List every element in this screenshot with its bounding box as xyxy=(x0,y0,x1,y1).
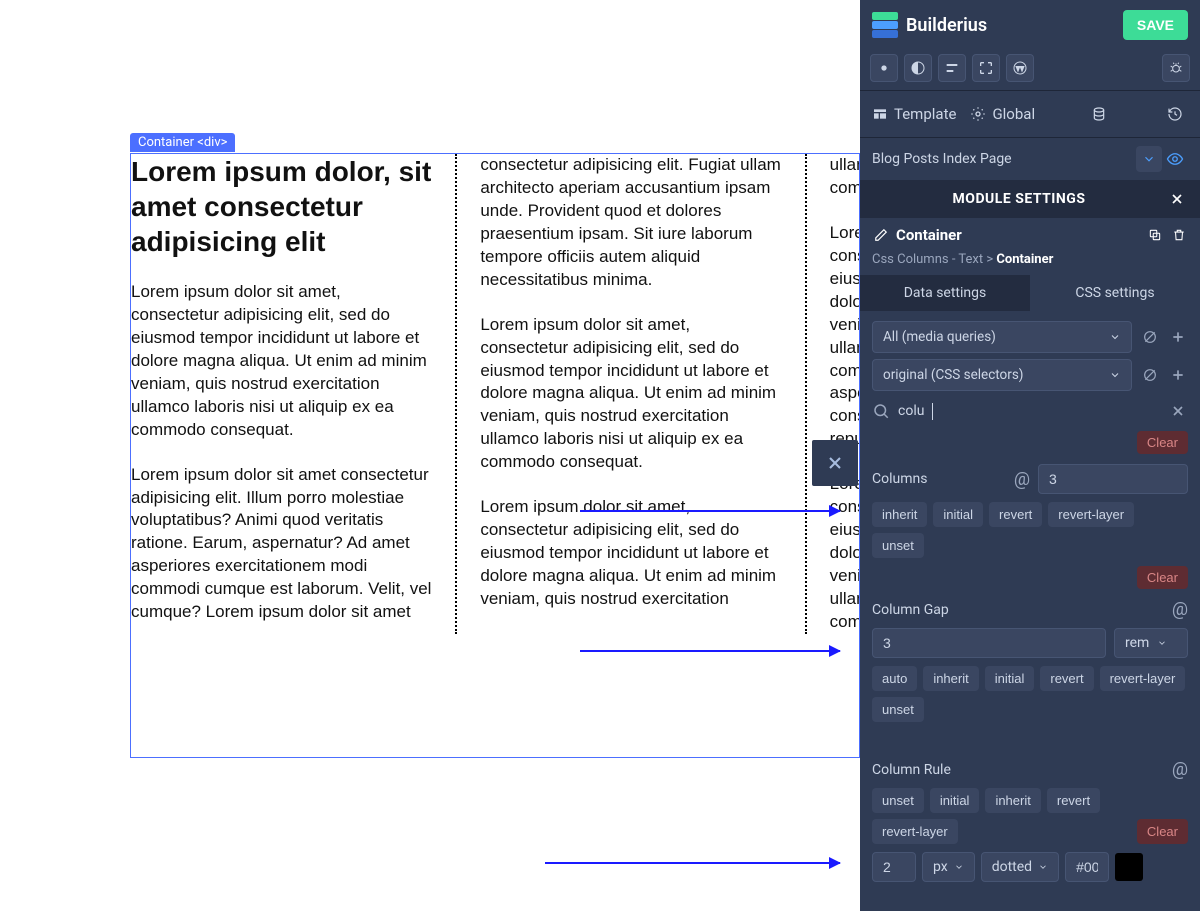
contrast-icon[interactable] xyxy=(904,54,932,82)
module-name: Container xyxy=(896,226,962,244)
clear-gap-button[interactable]: Clear xyxy=(1137,566,1188,589)
plus-icon[interactable] xyxy=(1168,365,1188,385)
token-chip[interactable]: inherit xyxy=(985,788,1040,813)
selection-badge: Container <div> xyxy=(130,133,235,152)
clear-columns-button[interactable]: Clear xyxy=(1137,431,1188,454)
color-swatch[interactable] xyxy=(1115,853,1143,881)
rule-unit-select[interactable]: px xyxy=(922,852,975,882)
gap-unit-select[interactable]: rem xyxy=(1114,628,1188,658)
bug-icon[interactable] xyxy=(1162,54,1190,82)
apply-all-icon[interactable]: @ xyxy=(1172,759,1188,780)
paragraph: Lorem ipsum dolor sit amet, consectetur … xyxy=(830,473,860,634)
token-chip[interactable]: revert xyxy=(1040,666,1093,691)
columns-label: Columns xyxy=(872,471,1006,487)
token-chip[interactable]: revert xyxy=(989,502,1042,527)
page-selector-row: Blog Posts Index Page xyxy=(860,138,1200,180)
token-chip[interactable]: revert-layer xyxy=(1048,502,1134,527)
token-chip[interactable]: unset xyxy=(872,697,924,722)
module-settings-header: MODULE SETTINGS xyxy=(860,180,1200,218)
template-link[interactable]: Template xyxy=(872,105,956,123)
rule-value-row: px dotted xyxy=(860,852,1200,882)
gap-input[interactable] xyxy=(872,628,1106,658)
rule-tokens: unset initial inherit revert revert-laye… xyxy=(872,788,1188,844)
gap-label: Column Gap xyxy=(872,602,1164,618)
token-chip[interactable]: initial xyxy=(985,666,1035,691)
close-module-button[interactable] xyxy=(1166,188,1188,210)
prop-column-gap: Column Gap @ rem auto inherit initial re… xyxy=(860,595,1200,722)
paragraph: Lorem ipsum dolor sit amet, consectetur … xyxy=(830,222,860,451)
media-query-select[interactable]: All (media queries) xyxy=(872,321,1132,353)
settings-tabs: Data settings CSS settings xyxy=(860,275,1200,311)
prop-columns: Columns @ inherit initial revert revert-… xyxy=(860,460,1200,558)
container-selected[interactable]: Lorem ipsum dolor, sit amet consectetur … xyxy=(130,153,860,758)
clear-search-icon[interactable] xyxy=(1168,401,1188,421)
token-chip[interactable]: unset xyxy=(872,788,924,813)
template-row: Template Global xyxy=(860,91,1200,138)
columns-input[interactable] xyxy=(1038,464,1188,494)
heading: Lorem ipsum dolor, sit amet consectetur … xyxy=(131,154,432,259)
expand-icon[interactable] xyxy=(972,54,1000,82)
prop-column-rule: Column Rule @ unset initial inherit reve… xyxy=(860,759,1200,844)
token-chip[interactable]: revert-layer xyxy=(872,819,958,844)
rule-color-input[interactable] xyxy=(1065,852,1109,882)
close-overlay-button[interactable] xyxy=(812,440,858,486)
copy-icon[interactable] xyxy=(1146,226,1164,244)
annotation-arrow xyxy=(580,510,840,512)
canvas: Container <div> Lorem ipsum dolor, sit a… xyxy=(0,0,860,911)
paragraph: Lorem ipsum dolor sit amet, consectetur … xyxy=(480,314,781,475)
breadcrumb: Css Columns - Text > Container xyxy=(860,252,1200,275)
css-selector-select[interactable]: original (CSS selectors) xyxy=(872,359,1132,391)
sun-icon[interactable] xyxy=(870,54,898,82)
paragraph: Lorem ipsum dolor sit amet, consectetur … xyxy=(131,281,432,442)
token-chip[interactable]: auto xyxy=(872,666,917,691)
brand-logo: Builderius xyxy=(872,12,987,38)
pencil-icon[interactable] xyxy=(872,226,890,244)
side-panel: Builderius SAVE Template Global Blog Pos… xyxy=(860,0,1200,911)
token-chip[interactable]: initial xyxy=(930,788,980,813)
trash-icon[interactable] xyxy=(1170,226,1188,244)
preview-button[interactable] xyxy=(1162,146,1188,172)
rule-label: Column Rule xyxy=(872,762,1164,778)
logo-icon xyxy=(872,12,898,38)
history-icon[interactable] xyxy=(1162,101,1188,127)
property-search-row: colu xyxy=(860,391,1200,431)
toolbar xyxy=(860,50,1200,91)
database-icon[interactable] xyxy=(1086,101,1112,127)
brand-name: Builderius xyxy=(906,15,987,36)
tab-css-settings[interactable]: CSS settings xyxy=(1030,275,1200,311)
rule-style-select[interactable]: dotted xyxy=(981,852,1059,882)
annotation-arrow xyxy=(545,862,840,864)
clear-rule-button[interactable]: Clear xyxy=(1137,819,1188,844)
media-query-row: All (media queries) xyxy=(860,311,1200,353)
page-name: Blog Posts Index Page xyxy=(872,151,1136,167)
apply-all-icon[interactable]: @ xyxy=(1014,469,1030,490)
align-icon[interactable] xyxy=(938,54,966,82)
token-chip[interactable]: initial xyxy=(933,502,983,527)
token-chip[interactable]: unset xyxy=(872,533,924,558)
empty-set-icon[interactable] xyxy=(1140,327,1160,347)
module-title-row: Container xyxy=(860,218,1200,252)
empty-set-icon[interactable] xyxy=(1140,365,1160,385)
token-chip[interactable]: inherit xyxy=(923,666,978,691)
gap-tokens: auto inherit initial revert revert-layer… xyxy=(872,666,1188,722)
property-search-input[interactable]: colu xyxy=(898,403,1168,420)
annotation-arrow xyxy=(580,650,840,652)
css-selector-row: original (CSS selectors) xyxy=(860,353,1200,391)
page-dropdown[interactable] xyxy=(1136,146,1162,172)
container-content: Lorem ipsum dolor, sit amet consectetur … xyxy=(131,154,860,634)
plus-icon[interactable] xyxy=(1168,327,1188,347)
save-button[interactable]: SAVE xyxy=(1123,10,1188,40)
tab-data-settings[interactable]: Data settings xyxy=(860,275,1030,311)
token-chip[interactable]: revert xyxy=(1047,788,1100,813)
rule-width-input[interactable] xyxy=(872,852,916,882)
columns-tokens: inherit initial revert revert-layer unse… xyxy=(872,502,1188,558)
token-chip[interactable]: revert-layer xyxy=(1100,666,1186,691)
apply-all-icon[interactable]: @ xyxy=(1172,599,1188,620)
panel-topbar: Builderius SAVE xyxy=(860,0,1200,50)
global-link[interactable]: Global xyxy=(970,105,1035,123)
wordpress-icon[interactable] xyxy=(1006,54,1034,82)
token-chip[interactable]: inherit xyxy=(872,502,927,527)
